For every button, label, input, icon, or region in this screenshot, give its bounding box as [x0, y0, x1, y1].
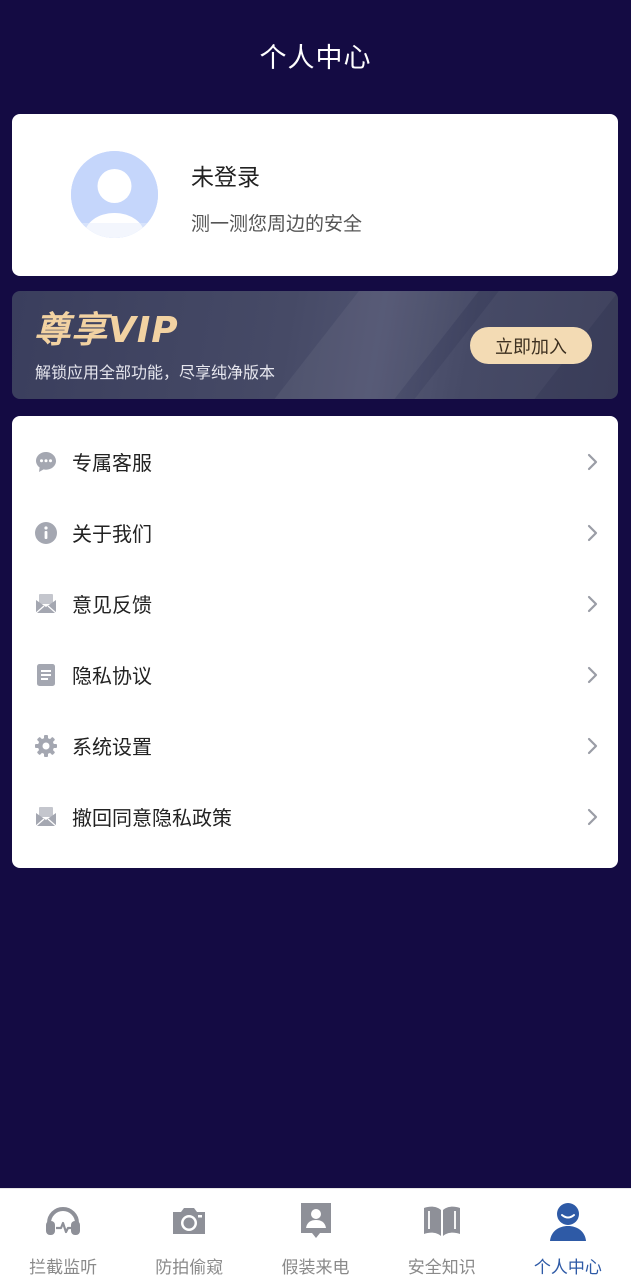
profile-card[interactable]: 未登录 测一测您周边的安全 [12, 114, 618, 276]
contact-card-icon [294, 1199, 338, 1243]
menu-item-privacy-agreement[interactable]: 隐私协议 [12, 639, 618, 710]
vip-join-button[interactable]: 立即加入 [470, 327, 592, 364]
tab-personal-center[interactable]: 个人中心 [505, 1189, 631, 1280]
document-icon [34, 663, 58, 687]
menu-item-revoke-privacy-consent[interactable]: 撤回同意隐私政策 [12, 781, 618, 852]
headset-icon [41, 1199, 85, 1243]
page-title: 个人中心 [259, 42, 372, 74]
tab-label: 防拍偷窥 [155, 1258, 224, 1278]
tab-label: 个人中心 [533, 1258, 602, 1278]
tab-label: 安全知识 [407, 1258, 476, 1278]
chevron-right-icon [587, 737, 598, 754]
bottom-tab-bar: 拦截监听 防拍偷窥 假装来电 安全知识 个人中心 [0, 1188, 631, 1280]
vip-banner[interactable]: 尊享VIP 解锁应用全部功能，尽享纯净版本 立即加入 [12, 291, 618, 399]
menu-list: 专属客服 关于我们 意见反馈 隐私协议 系统设置 撤回同意隐私政策 [12, 416, 618, 868]
book-icon [420, 1199, 464, 1243]
profile-name[interactable]: 未登录 [191, 158, 260, 192]
menu-item-label: 专属客服 [72, 451, 152, 475]
tab-label: 假装来电 [281, 1258, 350, 1278]
tab-fake-call[interactable]: 假装来电 [252, 1189, 378, 1280]
mail-icon [34, 592, 58, 616]
chevron-right-icon [587, 666, 598, 683]
menu-item-label: 隐私协议 [72, 664, 152, 688]
avatar[interactable] [71, 151, 158, 238]
chevron-right-icon [587, 808, 598, 825]
camera-icon [167, 1199, 211, 1243]
menu-item-label: 意见反馈 [72, 593, 152, 617]
profile-subtitle: 测一测您周边的安全 [191, 213, 363, 235]
person-icon [546, 1199, 590, 1243]
tab-intercept-monitor[interactable]: 拦截监听 [0, 1189, 126, 1280]
menu-item-label: 系统设置 [72, 735, 152, 759]
gear-icon [34, 734, 58, 758]
menu-item-label: 撤回同意隐私政策 [72, 806, 232, 830]
menu-item-about-us[interactable]: 关于我们 [12, 497, 618, 568]
tab-anti-peeping[interactable]: 防拍偷窥 [126, 1189, 252, 1280]
chat-bubble-icon [34, 450, 58, 474]
menu-item-feedback[interactable]: 意见反馈 [12, 568, 618, 639]
menu-item-customer-service[interactable]: 专属客服 [12, 426, 618, 497]
vip-subtitle: 解锁应用全部功能，尽享纯净版本 [35, 363, 276, 382]
page-header: 个人中心 [0, 0, 631, 110]
chevron-right-icon [587, 453, 598, 470]
vip-title: 尊享VIP [34, 310, 179, 351]
tab-label: 拦截监听 [29, 1258, 98, 1278]
chevron-right-icon [587, 524, 598, 541]
chevron-right-icon [587, 595, 598, 612]
avatar-person-icon [71, 151, 158, 238]
mail-icon [34, 805, 58, 829]
menu-item-label: 关于我们 [72, 522, 152, 546]
info-icon [34, 521, 58, 545]
menu-item-system-settings[interactable]: 系统设置 [12, 710, 618, 781]
tab-safety-knowledge[interactable]: 安全知识 [379, 1189, 505, 1280]
